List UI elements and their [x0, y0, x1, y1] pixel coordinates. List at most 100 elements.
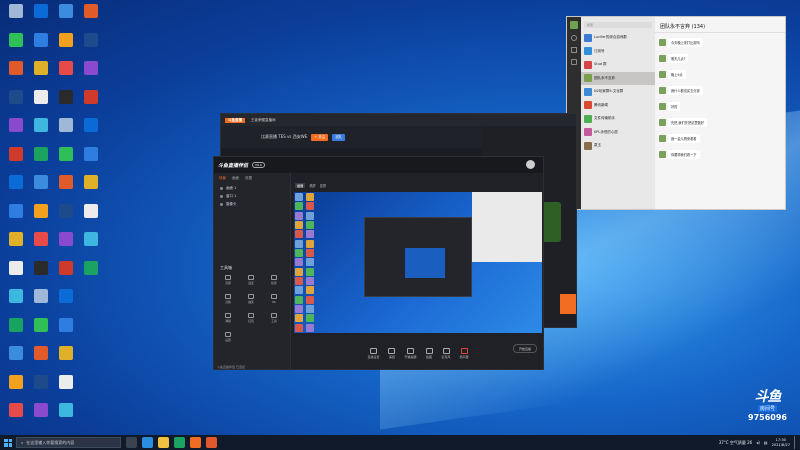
desktop-shortcut-icon[interactable] — [4, 203, 28, 232]
desktop-shortcut-icon[interactable] — [4, 89, 28, 118]
user-avatar[interactable] — [570, 21, 578, 29]
douyu-app-icon[interactable] — [190, 437, 201, 448]
source-item[interactable]: 摄像头 — [214, 200, 290, 208]
chat-list-item[interactable]: Lucifer的综合游戏群 — [581, 31, 655, 45]
desktop-shortcut-icon[interactable] — [79, 203, 103, 232]
desktop-shortcut-icon[interactable] — [54, 289, 78, 317]
bottom-tool-button[interactable]: 截图 — [425, 347, 433, 359]
bottom-tool-button[interactable]: 扬声器 — [460, 347, 469, 359]
preview-tab[interactable]: 画面 — [295, 183, 306, 188]
desktop-shortcut-icon[interactable] — [54, 203, 78, 232]
network-icon[interactable]: ▤ — [764, 440, 768, 445]
profile-avatar[interactable] — [526, 160, 535, 169]
desktop-shortcut-icon[interactable] — [54, 32, 78, 61]
toolbox-item[interactable]: 红包 — [243, 313, 259, 327]
desktop-shortcut-icon[interactable] — [4, 232, 28, 260]
show-desktop-button[interactable] — [794, 436, 796, 449]
source-item[interactable]: 窗口 1 — [214, 192, 290, 200]
chat-list-item[interactable]: N2玩家群5-文化群 — [581, 85, 655, 99]
desktop-shortcut-icon[interactable] — [79, 260, 103, 289]
send-button[interactable] — [560, 294, 576, 314]
toolbox-item[interactable]: 抽奖 — [243, 294, 259, 308]
toolbox-item[interactable]: 弹幕 — [220, 313, 236, 327]
chat-list-item[interactable]: KPL永恒的心愿 — [581, 126, 655, 140]
desktop-shortcut-icon[interactable] — [4, 118, 28, 146]
toolbox-item[interactable]: 工具 — [266, 313, 282, 327]
desktop-shortcut-icon[interactable] — [79, 118, 103, 146]
desktop-shortcut-icon[interactable] — [4, 61, 28, 89]
preview-tab[interactable]: 竖屏 — [320, 183, 326, 188]
desktop-shortcut-icon[interactable] — [54, 146, 78, 175]
go-live-button[interactable]: 开始直播 — [513, 344, 537, 353]
file-explorer-icon[interactable] — [158, 437, 169, 448]
preview-tab[interactable]: 横屏 — [309, 183, 315, 188]
desktop-shortcut-icon[interactable] — [54, 317, 78, 346]
weather-text[interactable]: 37°C 空气质量 26 — [719, 440, 753, 446]
desktop-shortcut-icon[interactable] — [79, 4, 103, 32]
desktop-shortcut-icon[interactable] — [29, 32, 53, 61]
desktop-shortcut-icon[interactable] — [79, 32, 103, 61]
desktop-shortcut-icon[interactable] — [29, 317, 53, 346]
desktop-shortcut-icon[interactable] — [54, 403, 78, 431]
desktop-shortcut-icon[interactable] — [79, 61, 103, 89]
desktop-shortcut-icon[interactable] — [29, 146, 53, 175]
stream-companion-window[interactable]: 斗鱼直播伴侣 V6.0 场景 画面 设置 画面 1 窗口 1 摄像头 工具箱 录屏 连麦投… — [213, 156, 544, 370]
desktop-shortcut-icon[interactable] — [29, 260, 53, 289]
contacts-icon[interactable] — [571, 47, 577, 53]
desktop-shortcut-icon[interactable] — [4, 289, 28, 317]
desktop-shortcut-icon[interactable] — [4, 346, 28, 374]
desktop-shortcut-icon[interactable] — [4, 146, 28, 175]
desktop-shortcut-icon[interactable] — [29, 346, 53, 374]
desktop-shortcut-icon[interactable] — [4, 175, 28, 203]
game-tab[interactable]: 王者荣耀直播间 — [251, 118, 276, 123]
desktop-shortcut-icon[interactable] — [54, 175, 78, 203]
bottom-tool-button[interactable]: 直播设置 — [367, 347, 379, 359]
toolbox-item[interactable]: 连麦 — [243, 275, 259, 289]
edge-icon[interactable] — [142, 437, 153, 448]
desktop-shortcut-icon[interactable] — [29, 118, 53, 146]
follow-button[interactable]: + 关注 — [311, 133, 329, 141]
douyu-tab-logo[interactable]: 斗鱼直播 — [225, 117, 245, 123]
desktop-shortcut-icon[interactable] — [4, 32, 28, 61]
chat-list-item[interactable]: Stud 群 — [581, 58, 655, 72]
start-button[interactable] — [0, 435, 16, 450]
chat-list-item[interactable]: 文件传输助手 — [581, 112, 655, 126]
source-item[interactable]: 画面 1 — [214, 184, 290, 192]
desktop-shortcut-icon[interactable] — [79, 89, 103, 118]
toolbox-item[interactable]: PK — [266, 294, 282, 308]
desktop-shortcut-icon[interactable] — [29, 4, 53, 32]
stream-app-taskbar-icon[interactable] — [206, 437, 217, 448]
desktop-shortcut-icon[interactable] — [4, 4, 28, 32]
desktop-shortcut-icon[interactable] — [29, 61, 53, 89]
desktop-shortcut-icon[interactable] — [54, 118, 78, 146]
chat-list-item[interactable]: 泉玉 — [581, 139, 655, 153]
clock[interactable]: 17:30 2021/8/27 — [772, 438, 790, 448]
scene-tab[interactable]: 画面 — [232, 176, 239, 181]
chat-list-item[interactable]: 腾讯新闻 — [581, 99, 655, 113]
desktop-shortcut-icon[interactable] — [54, 4, 78, 32]
desktop-shortcut-icon[interactable] — [29, 403, 53, 431]
toolbox-item[interactable]: 投票 — [266, 275, 282, 289]
desktop-shortcut-icon[interactable] — [4, 317, 28, 346]
eye-icon[interactable] — [220, 194, 223, 198]
scene-tab[interactable]: 设置 — [245, 176, 252, 181]
desktop-shortcut-icon[interactable] — [4, 374, 28, 403]
eye-icon[interactable] — [220, 202, 223, 206]
chat-window[interactable]: 搜索 Lucifer的综合游戏群 订阅号 Stud 群团队永不言弃 N2玩家群5-文化… — [566, 16, 786, 210]
chat-search-input[interactable]: 搜索 — [584, 22, 652, 28]
toolbox-item[interactable]: 设置 — [220, 332, 236, 346]
bottom-tool-button[interactable]: 麦克风 — [442, 347, 451, 359]
favorites-icon[interactable] — [571, 59, 577, 65]
toolbox-item[interactable]: 竞猜 — [220, 294, 236, 308]
desktop-shortcut-icon[interactable] — [4, 260, 28, 289]
bottom-tool-button[interactable]: 开播提醒 — [404, 347, 417, 359]
desktop-shortcut-icon[interactable] — [54, 374, 78, 403]
task-view-icon[interactable] — [126, 437, 137, 448]
chat-list-item[interactable]: 订阅号 — [581, 45, 655, 59]
desktop-shortcut-icon[interactable] — [54, 61, 78, 89]
desktop-shortcut-icon[interactable] — [54, 89, 78, 118]
bottom-tool-button[interactable]: 美颜 — [388, 347, 396, 359]
desktop-shortcut-icon[interactable] — [54, 260, 78, 289]
desktop-shortcut-icon[interactable] — [29, 289, 53, 317]
chat-icon[interactable] — [571, 35, 577, 41]
